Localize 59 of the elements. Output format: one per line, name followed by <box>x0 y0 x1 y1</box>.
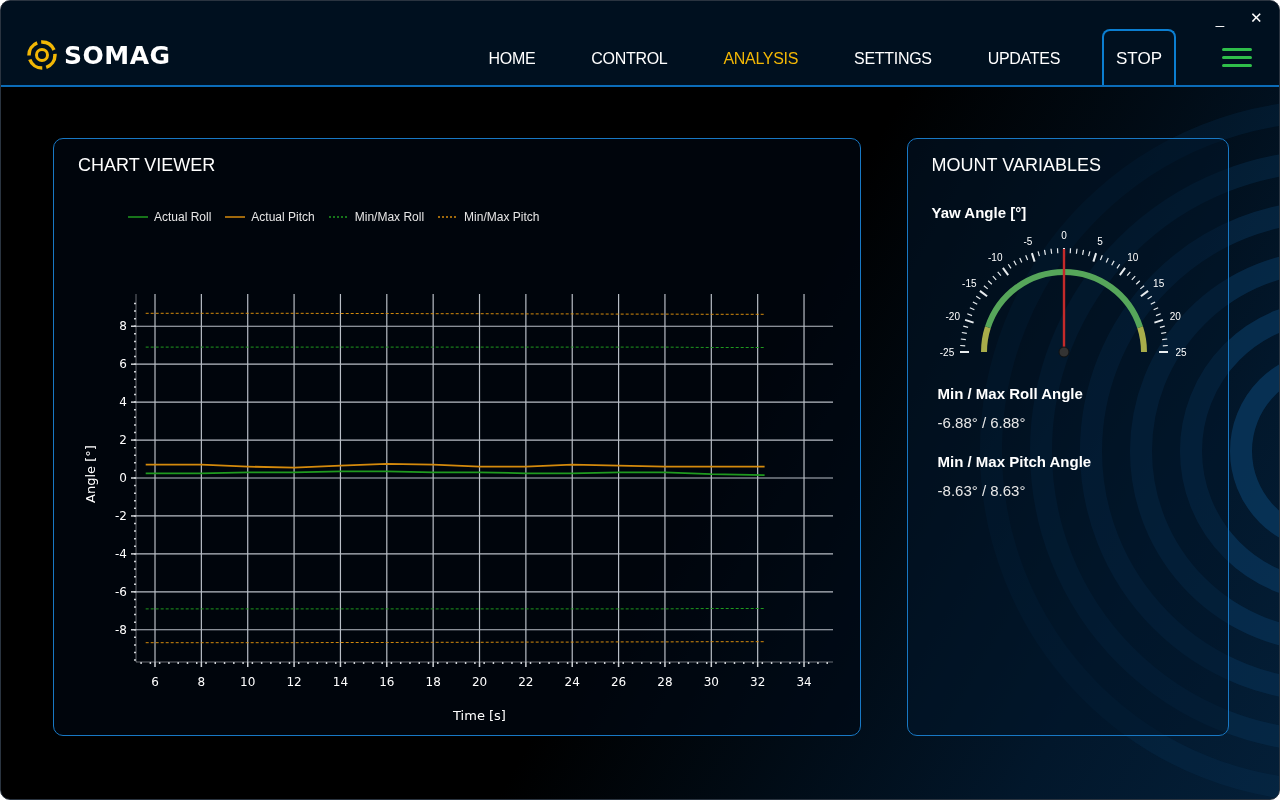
legend-label: Actual Pitch <box>251 210 315 224</box>
tick-label: 26 <box>610 675 627 689</box>
gauge-scale-label: -5 <box>1022 235 1032 247</box>
gauge-scale-label: 20 <box>1169 310 1181 322</box>
gauge-scale-label: -10 <box>987 252 1002 264</box>
gauge-scale-label: -20 <box>945 310 960 322</box>
tick-label: 12 <box>286 675 302 689</box>
tick-label: 4 <box>119 395 127 410</box>
ring-logo-icon <box>26 39 58 71</box>
menu-icon[interactable] <box>1222 48 1252 68</box>
gauge-scale-label: 25 <box>1175 347 1187 358</box>
tick-label: -2 <box>115 508 127 523</box>
nav-tab[interactable]: HOME <box>488 50 536 68</box>
stop-button[interactable]: STOP <box>1102 29 1176 85</box>
reading-value: -8.63° / 8.63° <box>937 482 1027 499</box>
tick-label: 22 <box>518 675 534 689</box>
tick-label: 6 <box>119 357 127 372</box>
tick-label: 2 <box>119 433 127 448</box>
tick-label: 8 <box>119 319 127 334</box>
nav-tab[interactable]: SETTINGS <box>854 50 932 68</box>
tick-label: 30 <box>703 675 719 689</box>
tick-label: -6 <box>115 584 127 599</box>
gauge-label: Yaw Angle [°] <box>931 204 1028 221</box>
x-axis-title: Time [s] <box>453 708 506 723</box>
tick-label: -4 <box>115 546 127 561</box>
tick-label: 28 <box>657 675 673 689</box>
close-button[interactable]: ✕ <box>1246 7 1267 29</box>
legend-label: Min/Max Roll <box>354 210 425 224</box>
gauge-scale-label: -25 <box>939 347 954 358</box>
nav-tab[interactable]: CONTROL <box>591 50 668 68</box>
gauge-scale-label: 10 <box>1126 252 1138 264</box>
tick-label: 20 <box>471 675 488 689</box>
tick-label: 14 <box>332 675 349 689</box>
gauge-scale-label: -15 <box>961 278 977 290</box>
tick-label: 16 <box>379 675 395 689</box>
tick-label: 6 <box>151 675 159 689</box>
gauge-scale-label: 0 <box>1060 230 1067 241</box>
panel-title: CHART VIEWER <box>78 155 217 176</box>
minimize-button[interactable]: _ <box>1211 7 1228 29</box>
reading-value: -6.88° / 6.88° <box>937 414 1027 431</box>
panel-title: MOUNT VARIABLES <box>931 155 1102 176</box>
tick-label: 32 <box>750 675 766 689</box>
legend-label: Actual Roll <box>154 210 212 224</box>
tick-label: 34 <box>796 675 812 689</box>
nav-tab[interactable]: ANALYSIS <box>723 50 799 68</box>
nav-tab[interactable]: UPDATES <box>987 50 1060 68</box>
reading-label: Min / Max Roll Angle <box>937 385 1084 402</box>
tick-label: -8 <box>115 622 127 637</box>
gauge-scale-label: 5 <box>1096 235 1103 247</box>
tick-label: 0 <box>119 471 127 485</box>
reading-label: Min / Max Pitch Angle <box>937 453 1093 470</box>
gauge-scale-label: 15 <box>1152 278 1164 290</box>
tick-label: 18 <box>425 675 441 689</box>
legend-label: Min/Max Pitch <box>464 210 540 224</box>
brand-name: SOMAG <box>64 40 171 70</box>
tick-label: 8 <box>197 675 206 689</box>
tick-label: 24 <box>564 675 580 689</box>
tick-label: 10 <box>240 675 256 689</box>
y-axis-title: Angle [°] <box>83 445 98 503</box>
